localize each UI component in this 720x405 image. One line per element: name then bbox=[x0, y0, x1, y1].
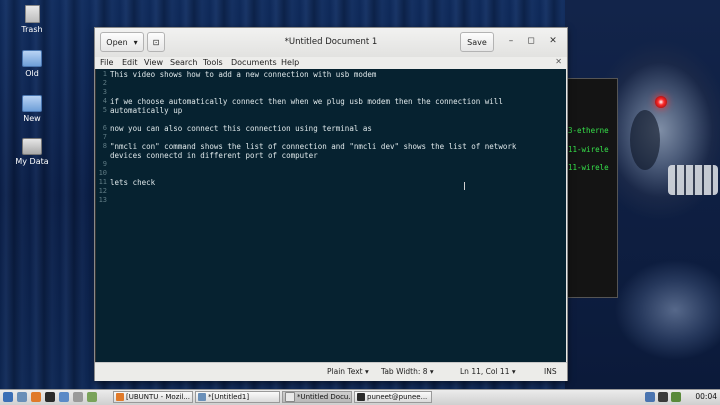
desktop-icon-new[interactable]: New bbox=[7, 95, 57, 123]
text-line: lets check bbox=[110, 178, 156, 187]
taskbar: [UBUNTU - Mozil... *[Untitled1] *Untitle… bbox=[0, 389, 720, 405]
desktop-icon-label: Old bbox=[25, 69, 39, 78]
status-bar: Plain Text ▾ Tab Width: 8 ▾ Ln 11, Col 1… bbox=[95, 362, 567, 381]
menu-documents[interactable]: Documents bbox=[231, 58, 277, 67]
show-desktop-icon[interactable] bbox=[59, 392, 69, 402]
menu-view[interactable]: View bbox=[144, 58, 163, 67]
battery-icon[interactable] bbox=[671, 392, 681, 402]
task-label: *Untitled Docu... bbox=[297, 393, 352, 401]
task-label: puneet@punee... bbox=[367, 393, 428, 401]
terminal-line: 3-etherne bbox=[568, 126, 609, 135]
desktop-icon-label: Trash bbox=[21, 25, 43, 34]
save-button[interactable]: Save bbox=[460, 32, 494, 52]
line-number: 6 bbox=[102, 124, 107, 132]
menu-search[interactable]: Search bbox=[170, 58, 197, 67]
task-untitled1[interactable]: *[Untitled1] bbox=[195, 391, 280, 403]
workspace-icon[interactable] bbox=[73, 392, 83, 402]
save-button-label: Save bbox=[467, 37, 487, 47]
desktop-icon-trash[interactable]: Trash bbox=[7, 5, 57, 34]
line-number: 7 bbox=[102, 133, 107, 141]
menu-tools[interactable]: Tools bbox=[203, 58, 223, 67]
task-label: *[Untitled1] bbox=[208, 393, 250, 401]
network-icon[interactable] bbox=[645, 392, 655, 402]
desktop-icon-label: My Data bbox=[15, 157, 49, 166]
line-number-gutter: 1 2 3 4 5 6 7 8 9 10 11 12 13 bbox=[96, 69, 108, 362]
insert-mode-indicator: INS bbox=[544, 367, 557, 376]
line-number: 2 bbox=[102, 79, 107, 87]
minimize-icon[interactable]: – bbox=[505, 36, 517, 46]
text-line: now you can also connect this connection… bbox=[110, 124, 372, 133]
volume-icon[interactable] bbox=[658, 392, 668, 402]
app-launcher-icon[interactable] bbox=[87, 392, 97, 402]
line-number: 3 bbox=[102, 88, 107, 96]
task-terminal[interactable]: puneet@punee... bbox=[354, 391, 432, 403]
firefox-icon[interactable] bbox=[31, 392, 41, 402]
cursor-position-selector[interactable]: Ln 11, Col 11 ▾ bbox=[460, 367, 516, 376]
desktop-icon-old[interactable]: Old bbox=[7, 50, 57, 78]
title-bar[interactable]: Open ▾ ⊡ *Untitled Document 1 Save – ◻ ✕ bbox=[95, 28, 567, 57]
start-menu-icon[interactable] bbox=[3, 392, 13, 402]
language-selector[interactable]: Plain Text ▾ bbox=[327, 367, 369, 376]
robot-teeth-decoration bbox=[668, 165, 718, 195]
firefox-icon bbox=[116, 393, 124, 401]
clock[interactable]: 00:04 bbox=[695, 392, 717, 401]
task-gedit[interactable]: *Untitled Docu... bbox=[282, 391, 352, 403]
text-line: devices connectd in different port of co… bbox=[110, 151, 318, 160]
file-manager-icon[interactable] bbox=[17, 392, 27, 402]
drive-icon bbox=[22, 138, 42, 155]
robot-eye-icon bbox=[655, 96, 667, 108]
folder-icon bbox=[22, 50, 42, 67]
terminal-icon bbox=[357, 393, 365, 401]
desktop-icon-label: New bbox=[23, 114, 41, 123]
line-number: 1 bbox=[102, 70, 107, 78]
close-document-icon[interactable]: ✕ bbox=[555, 57, 562, 66]
line-number: 12 bbox=[98, 187, 107, 195]
task-firefox[interactable]: [UBUNTU - Mozil... bbox=[113, 391, 193, 403]
tab-width-selector[interactable]: Tab Width: 8 ▾ bbox=[381, 367, 434, 376]
text-line: "nmcli con" command shows the list of co… bbox=[110, 142, 517, 151]
task-label: [UBUNTU - Mozil... bbox=[126, 393, 190, 401]
text-line: This video shows how to add a new connec… bbox=[110, 70, 377, 79]
line-number: 10 bbox=[98, 169, 107, 177]
window-title: *Untitled Document 1 bbox=[284, 37, 378, 47]
text-line: if we choose automatically connect then … bbox=[110, 97, 503, 106]
desktop-icon-my-data[interactable]: My Data bbox=[7, 138, 57, 166]
text-editor-area[interactable]: 1 2 3 4 5 6 7 8 9 10 11 12 13 This video… bbox=[95, 69, 566, 362]
close-icon[interactable]: ✕ bbox=[547, 36, 559, 46]
trash-icon bbox=[24, 5, 40, 23]
text-editor-icon bbox=[285, 392, 295, 402]
maximize-icon[interactable]: ◻ bbox=[525, 36, 537, 46]
terminal-line: 11-wirele bbox=[568, 145, 609, 154]
menu-file[interactable]: File bbox=[100, 58, 113, 67]
terminal-window[interactable]: 3-etherne 11-wirele 11-wirele bbox=[566, 78, 618, 298]
line-number: 9 bbox=[102, 160, 107, 168]
wallpaper-shadow bbox=[630, 110, 660, 170]
text-cursor-icon bbox=[464, 182, 465, 190]
menu-bar: File Edit View Search Tools Documents He… bbox=[95, 57, 567, 69]
line-number: 8 bbox=[102, 142, 107, 150]
terminal-line: 11-wirele bbox=[568, 163, 609, 172]
line-number: 11 bbox=[98, 178, 107, 186]
editor-icon bbox=[198, 393, 206, 401]
line-number: 5 bbox=[102, 106, 107, 114]
menu-edit[interactable]: Edit bbox=[122, 58, 138, 67]
folder-icon bbox=[22, 95, 42, 112]
menu-help[interactable]: Help bbox=[281, 58, 299, 67]
gedit-window[interactable]: Open ▾ ⊡ *Untitled Document 1 Save – ◻ ✕… bbox=[94, 27, 568, 381]
line-number: 4 bbox=[102, 97, 107, 105]
text-line: automatically up bbox=[110, 106, 183, 115]
terminal-icon[interactable] bbox=[45, 392, 55, 402]
line-number: 13 bbox=[98, 196, 107, 204]
